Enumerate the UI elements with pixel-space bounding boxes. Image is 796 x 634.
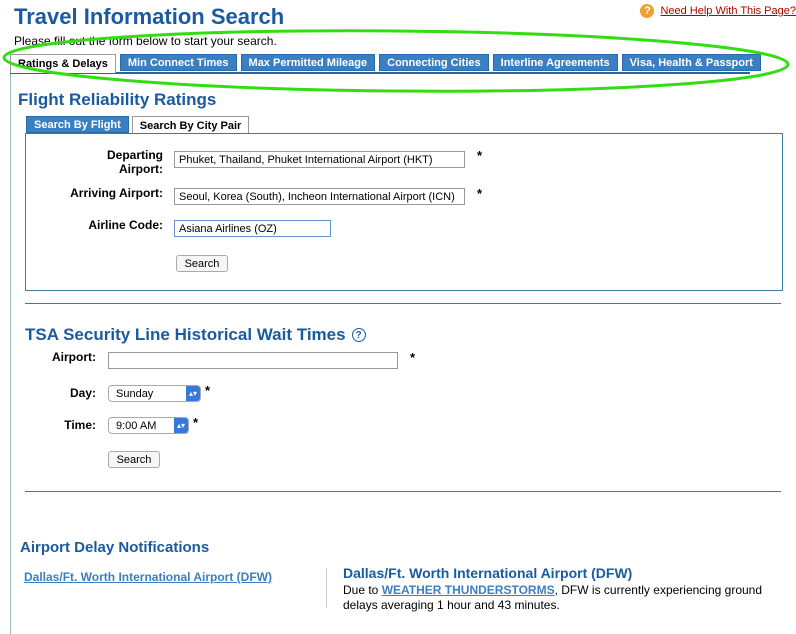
tab-min-connect-times[interactable]: Min Connect Times xyxy=(119,54,237,71)
day-label: Day: xyxy=(69,386,96,400)
departing-label: Departing Airport: xyxy=(106,148,163,176)
reliability-title: Flight Reliability Ratings xyxy=(18,90,217,109)
arriving-airport-field[interactable]: Seoul, Korea (South), Incheon Internatio… xyxy=(174,188,465,205)
reliability-subtabs: Search By Flight Search By City Pair xyxy=(26,116,250,134)
tsa-title-text: TSA Security Line Historical Wait Times xyxy=(25,325,346,344)
airline-code-label: Airline Code: xyxy=(88,218,163,232)
arriving-label: Arriving Airport: xyxy=(70,186,163,200)
tsa-title: TSA Security Line Historical Wait Times … xyxy=(25,325,366,345)
section-divider xyxy=(25,491,781,492)
day-select[interactable]: Sunday ▴▾ xyxy=(108,385,201,402)
tsa-airport-label: Airport: xyxy=(52,350,96,364)
intro-text: Please fill out the form below to start … xyxy=(14,34,277,48)
airline-code-field[interactable]: Asiana Airlines (OZ) xyxy=(174,220,331,237)
help-link-area[interactable]: ? Need Help With This Page? xyxy=(640,4,796,18)
tab-ratings-delays[interactable]: Ratings & Delays xyxy=(10,54,116,73)
tab-visa-health-passport[interactable]: Visa, Health & Passport xyxy=(621,54,761,71)
airport-link-dfw[interactable]: Dallas/Ft. Worth International Airport (… xyxy=(24,570,284,585)
main-tabs: Ratings & Delays Min Connect Times Max P… xyxy=(10,54,761,74)
weather-link[interactable]: WEATHER THUNDERSTORMS xyxy=(382,583,555,597)
time-select[interactable]: 9:00 AM ▴▾ xyxy=(108,417,189,434)
chevron-updown-icon: ▴▾ xyxy=(186,386,200,401)
required-mark: * xyxy=(193,415,199,430)
question-icon[interactable]: ? xyxy=(351,328,366,342)
notice-text: Due to WEATHER THUNDERSTORMS, DFW is cur… xyxy=(343,583,763,612)
departing-airport-field[interactable]: Phuket, Thailand, Phuket International A… xyxy=(174,151,465,168)
required-mark: * xyxy=(477,186,483,201)
help-link[interactable]: Need Help With This Page? xyxy=(660,5,796,17)
reliability-search-button[interactable]: Search xyxy=(176,255,228,272)
required-mark: * xyxy=(205,383,211,398)
help-icon[interactable]: ? xyxy=(640,4,655,18)
tab-connecting-cities[interactable]: Connecting Cities xyxy=(379,54,489,71)
tab-interline-agreements[interactable]: Interline Agreements xyxy=(492,54,618,71)
time-label: Time: xyxy=(64,418,96,432)
chevron-updown-icon: ▴▾ xyxy=(174,418,188,433)
section-divider xyxy=(25,303,781,304)
notice-title: Dallas/Ft. Worth International Airport (… xyxy=(343,565,633,581)
tsa-airport-field[interactable] xyxy=(108,352,398,369)
required-mark: * xyxy=(477,148,483,163)
required-mark: * xyxy=(410,350,416,365)
tsa-search-button[interactable]: Search xyxy=(108,451,160,468)
tab-search-by-city-pair[interactable]: Search By City Pair xyxy=(131,116,250,134)
page-title: Travel Information Search xyxy=(14,4,285,29)
day-select-value: Sunday xyxy=(116,387,154,400)
tab-max-permitted-mileage[interactable]: Max Permitted Mileage xyxy=(240,54,376,71)
time-select-value: 9:00 AM xyxy=(116,419,157,432)
left-divider xyxy=(10,74,11,634)
column-divider xyxy=(326,568,327,608)
tab-search-by-flight[interactable]: Search By Flight xyxy=(26,116,129,133)
delay-notifications-title: Airport Delay Notifications xyxy=(20,539,210,556)
